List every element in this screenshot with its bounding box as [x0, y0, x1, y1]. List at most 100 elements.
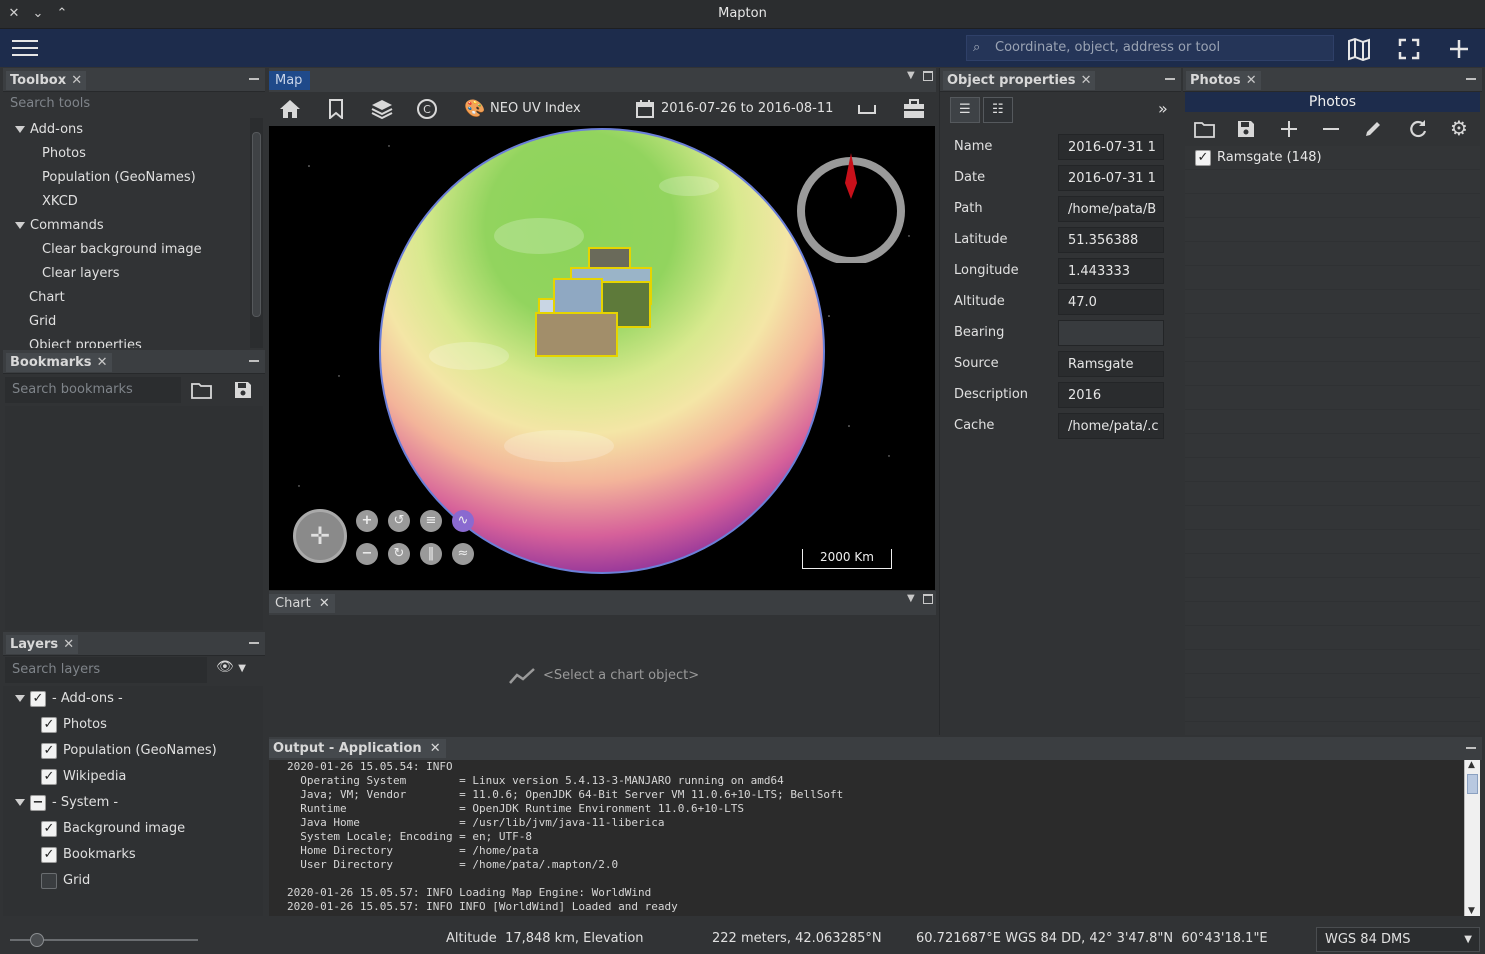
expand-panel-icon[interactable]: »	[1158, 99, 1168, 118]
close-icon[interactable]: ✕	[63, 635, 74, 654]
tree-item-addons[interactable]: Add-ons	[3, 118, 248, 142]
exaggeration-up-icon[interactable]: ∿	[452, 510, 474, 532]
bookmarks-tab[interactable]: Bookmarks ✕	[6, 353, 112, 372]
tree-item-population[interactable]: Population (GeoNames)	[3, 166, 248, 190]
checkbox[interactable]: ✓	[1195, 149, 1211, 166]
chart-tab[interactable]: Chart ✕	[269, 594, 335, 613]
tilt-down-icon[interactable]: ‖	[420, 543, 442, 565]
add-icon[interactable]	[1448, 38, 1470, 60]
close-icon[interactable]: ✕	[1246, 71, 1257, 90]
tree-item-object-properties[interactable]: Object properties	[3, 334, 248, 348]
map-icon[interactable]	[1347, 37, 1371, 61]
photo-source-item[interactable]: ✓ Ramsgate (148)	[1185, 146, 1480, 170]
layer-item-system[interactable]: − - System -	[3, 790, 263, 816]
tree-item-grid[interactable]: Grid	[3, 310, 248, 334]
property-value[interactable]: 51.356388	[1058, 227, 1164, 253]
remove-icon[interactable]	[1322, 120, 1340, 138]
layers-tab[interactable]: Layers ✕	[6, 635, 79, 654]
crs-select[interactable]: WGS 84 DMS ▼	[1316, 927, 1480, 952]
checkbox[interactable]: ✓	[41, 716, 57, 733]
close-icon[interactable]: ✕	[97, 353, 108, 372]
checkbox-partial[interactable]: −	[30, 794, 46, 811]
minimize-icon[interactable]	[249, 642, 259, 644]
global-search-input[interactable]: ⌕ Coordinate, object, address or tool	[966, 35, 1334, 61]
minimize-icon[interactable]	[249, 78, 259, 80]
property-value[interactable]: 2016-07-31 1	[1058, 165, 1164, 191]
layer-item-wikipedia[interactable]: ✓ Wikipedia	[3, 764, 263, 790]
output-tab[interactable]: Output - Application ✕	[269, 739, 446, 758]
layer-item-addons[interactable]: ✓ - Add-ons -	[3, 686, 263, 712]
maximize-panel-icon[interactable]	[923, 594, 933, 604]
tree-item-xkcd[interactable]: XKCD	[3, 190, 248, 214]
photo-thumbnail[interactable]	[535, 312, 618, 357]
hamburger-menu-icon[interactable]	[12, 39, 38, 57]
tree-item-clear-bg[interactable]: Clear background image	[3, 238, 248, 262]
property-value[interactable]: 47.0	[1058, 289, 1164, 315]
close-icon[interactable]: ✕	[71, 71, 82, 90]
layer-item-population[interactable]: ✓ Population (GeoNames)	[3, 738, 263, 764]
photo-thumbnail[interactable]	[553, 278, 603, 315]
add-icon[interactable]	[1280, 120, 1298, 138]
property-value[interactable]: Ramsgate	[1058, 351, 1164, 377]
layers-search-input[interactable]: Search layers	[5, 657, 207, 683]
checkbox[interactable]: ✓	[41, 820, 57, 837]
ruler-icon[interactable]	[858, 104, 876, 114]
checkbox[interactable]: ✓	[41, 768, 57, 785]
layer-item-grid[interactable]: Grid	[3, 868, 263, 894]
minimize-icon[interactable]	[1165, 78, 1175, 80]
map-canvas[interactable]: ✛ + − ↺ ↻ ≡ ‖ ∿ ≈ 2000 Km	[269, 126, 935, 590]
output-scrollbar[interactable]: ▲ ▼	[1464, 760, 1480, 916]
tree-item-commands[interactable]: Commands	[3, 214, 248, 238]
open-folder-icon[interactable]	[1194, 120, 1216, 138]
output-log[interactable]: 2020-01-26 15.05.54: INFO Operating Syst…	[269, 760, 1464, 916]
edit-icon[interactable]	[1363, 119, 1383, 139]
dropdown-icon[interactable]: ▼	[907, 70, 915, 81]
layer-item-photos[interactable]: ✓ Photos	[3, 712, 263, 738]
zoom-out-icon[interactable]: −	[356, 543, 378, 565]
rotate-left-icon[interactable]: ↺	[388, 510, 410, 532]
map-tab[interactable]: Map	[269, 71, 311, 90]
tilt-up-icon[interactable]: ≡	[420, 510, 442, 532]
close-icon[interactable]: ✕	[319, 594, 330, 613]
copyright-icon[interactable]: C	[416, 98, 438, 120]
toolbox-tab[interactable]: Toolbox ✕	[6, 71, 87, 90]
compass-icon[interactable]	[795, 151, 907, 263]
close-icon[interactable]: ✕	[1081, 71, 1092, 90]
property-value[interactable]	[1058, 320, 1164, 346]
minimize-icon[interactable]	[249, 360, 259, 362]
save-icon[interactable]	[1237, 120, 1255, 138]
exaggeration-down-icon[interactable]: ≈	[452, 543, 474, 565]
toolbox-scrollbar[interactable]	[250, 118, 263, 348]
home-icon[interactable]	[279, 99, 301, 119]
pan-control[interactable]: ✛	[293, 509, 347, 563]
tree-item-photos[interactable]: Photos	[3, 142, 248, 166]
checkbox[interactable]: ✓	[41, 742, 57, 759]
dropdown-icon[interactable]: ▼	[907, 593, 915, 604]
close-icon[interactable]: ✕	[430, 739, 441, 758]
zoom-slider[interactable]	[10, 933, 198, 947]
photos-tab[interactable]: Photos ✕	[1186, 71, 1261, 90]
checkbox[interactable]: ✓	[30, 690, 46, 707]
visibility-filter-button[interactable]: 👁 ▼	[216, 659, 260, 681]
settings-icon[interactable]: ⚙	[1450, 116, 1468, 140]
checkbox[interactable]: ✓	[41, 846, 57, 863]
fullscreen-icon[interactable]	[1398, 38, 1420, 60]
property-value[interactable]: 2016	[1058, 382, 1164, 408]
toolbox-icon[interactable]	[903, 99, 925, 119]
alphabetic-view-button[interactable]: ☷	[983, 97, 1013, 123]
tree-item-clear-layers[interactable]: Clear layers	[3, 262, 248, 286]
property-value[interactable]: /home/pata/.c	[1058, 413, 1164, 439]
bookmark-icon[interactable]	[328, 99, 344, 119]
object-properties-tab[interactable]: Object properties ✕	[943, 71, 1096, 90]
maximize-panel-icon[interactable]	[923, 71, 933, 81]
map-layer-name[interactable]: NEO UV Index	[490, 101, 581, 116]
save-icon[interactable]	[234, 381, 252, 399]
tree-item-chart[interactable]: Chart	[3, 286, 248, 310]
layer-item-bookmarks[interactable]: ✓ Bookmarks	[3, 842, 263, 868]
open-folder-icon[interactable]	[191, 381, 213, 399]
property-value[interactable]: 1.443333	[1058, 258, 1164, 284]
date-range[interactable]: 2016-07-26 to 2016-08-11	[661, 101, 833, 116]
zoom-in-icon[interactable]: +	[356, 510, 378, 532]
categorized-view-button[interactable]: ☰	[950, 97, 980, 123]
bookmarks-search-input[interactable]: Search bookmarks	[5, 377, 181, 403]
